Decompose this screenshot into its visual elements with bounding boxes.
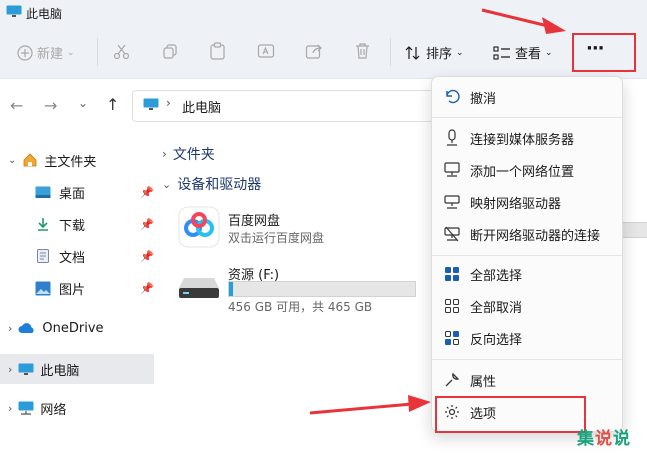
arrow-to-more <box>481 8 566 34</box>
watermark-char: 说 <box>595 429 613 449</box>
watermark-char: 说 <box>613 429 631 449</box>
annotation-arrows <box>309 8 566 415</box>
watermark-char: 集 <box>577 429 595 449</box>
watermark: 集说说 <box>577 424 631 449</box>
arrow-to-options <box>309 395 431 415</box>
